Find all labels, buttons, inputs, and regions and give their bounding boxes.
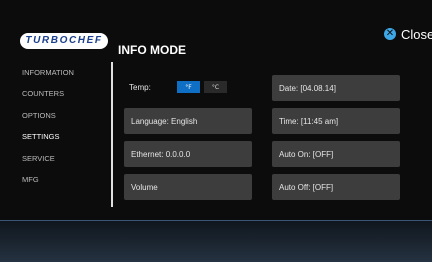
time-button[interactable]: Time: [11:45 am] [272,108,400,134]
sidebar-item-settings[interactable]: SETTINGS [22,130,108,151]
turbochef-logo: TURBOCHEF [20,33,108,49]
auto-off-button[interactable]: Auto Off: [OFF] [272,174,400,200]
close-button[interactable]: ✕ Close [384,26,432,42]
sidebar-item-counters[interactable]: COUNTERS [22,87,108,108]
celsius-toggle[interactable]: °C [204,81,227,93]
close-icon: ✕ [384,28,396,40]
language-button[interactable]: Language: English [124,108,252,134]
sidebar-nav: INFORMATION COUNTERS OPTIONS SETTINGS SE… [22,66,108,194]
temp-setting: Temp: °F °C [129,80,227,94]
temp-label: Temp: [129,82,151,92]
close-label: Close [401,26,432,42]
sidebar-item-mfg[interactable]: MFG [22,173,108,194]
fahrenheit-toggle[interactable]: °F [177,81,200,93]
sidebar-divider [111,62,113,207]
sidebar-item-options[interactable]: OPTIONS [22,109,108,130]
sidebar-item-service[interactable]: SERVICE [22,152,108,173]
date-button[interactable]: Date: [04.08.14] [272,75,400,101]
volume-button[interactable]: Volume [124,174,252,200]
ethernet-button[interactable]: Ethernet: 0.0.0.0 [124,141,252,167]
footer-bar [0,220,432,262]
sidebar-item-information[interactable]: INFORMATION [22,66,108,87]
page-title: INFO MODE [118,43,186,57]
auto-on-button[interactable]: Auto On: [OFF] [272,141,400,167]
